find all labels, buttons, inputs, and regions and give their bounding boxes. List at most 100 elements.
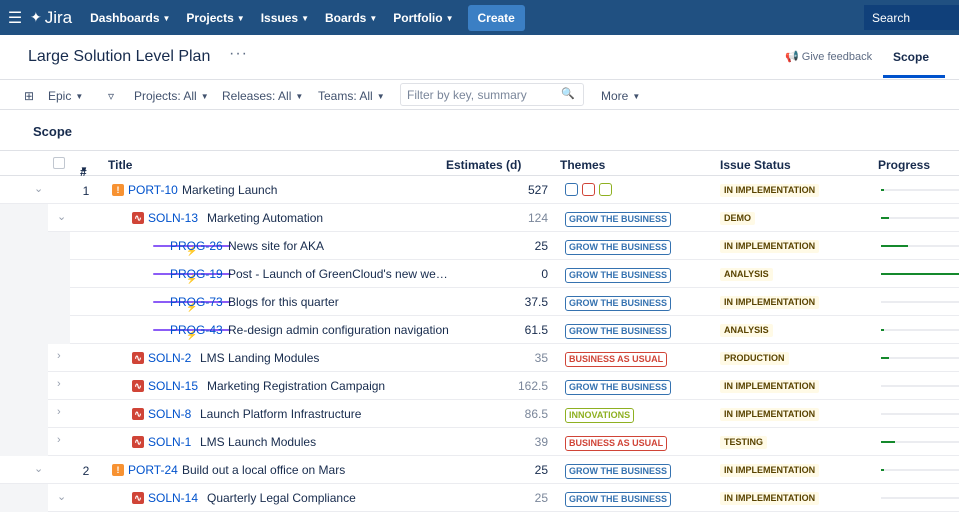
search-icon[interactable]: 🔍	[561, 87, 575, 100]
chevron-down-icon[interactable]: ⌄	[57, 210, 66, 223]
issue-key-link[interactable]: PROG-19	[170, 267, 223, 281]
solution-epic-icon: ∿	[132, 352, 144, 364]
estimate-value: 25	[534, 491, 548, 505]
filter-search-box: 🔍	[400, 83, 584, 106]
table-header: # ▼ Title Estimates (d) Themes Issue Sta…	[0, 150, 959, 179]
row-number: 2	[82, 464, 90, 478]
theme-swatch-red[interactable]	[582, 183, 595, 196]
page-title: Large Solution Level Plan	[28, 48, 211, 65]
row-indent	[0, 260, 70, 288]
table-row[interactable]: ⌄ 2! PORT-24 Build out a local office on Ma…	[0, 456, 959, 484]
estimate-value: 124	[527, 211, 548, 225]
theme-badge[interactable]: GROW THE BUSINESS	[565, 492, 672, 507]
chevron-right-icon[interactable]: ›	[57, 378, 61, 390]
status-badge: IN IMPLEMENTATION	[720, 296, 820, 309]
chevron-down-icon[interactable]: ⌄	[57, 490, 66, 503]
col-themes[interactable]: Themes	[560, 158, 605, 172]
chevron-right-icon[interactable]: ›	[57, 406, 61, 418]
table-row[interactable]: › ∿ SOLN-15 Marketing Registration Campaign…	[0, 372, 959, 400]
chevron-down-icon: ▼	[236, 13, 245, 23]
issue-key-link[interactable]: PORT-24	[128, 463, 178, 477]
nav-issues[interactable]: Issues ▼	[261, 11, 309, 25]
theme-badge[interactable]: GROW THE BUSINESS	[565, 212, 672, 227]
theme-badge[interactable]: GROW THE BUSINESS	[565, 324, 672, 339]
chevron-down-icon[interactable]: ⌄	[34, 462, 43, 475]
issue-title: Blogs for this quarter	[228, 295, 339, 309]
nav-dashboards[interactable]: Dashboards ▼	[90, 11, 170, 25]
theme-badge[interactable]: GROW THE BUSINESS	[565, 464, 672, 479]
issue-title: Re-design admin configuration navigation	[228, 323, 449, 337]
portfolio-epic-icon: !	[112, 464, 124, 476]
progress-bar	[881, 497, 959, 499]
estimate-value: 39	[534, 435, 548, 449]
status-badge: ANALYSIS	[720, 324, 773, 337]
issue-key-link[interactable]: SOLN-13	[148, 211, 198, 225]
table-row[interactable]: ⚡ PROG-19 Post - Launch of GreenCloud's ne…	[0, 260, 959, 288]
more-actions-button[interactable]: ···	[229, 45, 248, 63]
jira-logo[interactable]: ✦ Jira	[30, 8, 72, 28]
filter-search-input[interactable]	[407, 85, 557, 104]
col-estimates[interactable]: Estimates (d)	[446, 158, 521, 172]
tab-scope[interactable]: Scope	[883, 50, 939, 64]
progress-fill	[881, 441, 895, 443]
chevron-down-icon[interactable]: ⌄	[34, 182, 43, 195]
solution-epic-icon: ∿	[132, 492, 144, 504]
status-badge: TESTING	[720, 436, 768, 449]
table-row[interactable]: ⌄ ∿ SOLN-13 Marketing Automation 124 GROW THE…	[0, 204, 959, 232]
chevron-down-icon: ▼	[162, 13, 171, 23]
table-row[interactable]: ⌄ ∿ SOLN-14 Quarterly Legal Compliance 25 GRO…	[0, 484, 959, 512]
status-badge: IN IMPLEMENTATION	[720, 408, 820, 421]
table-row[interactable]: › ∿ SOLN-1 LMS Launch Modules 39 BUSINESS AS …	[0, 428, 959, 456]
issue-key-link[interactable]: SOLN-15	[148, 379, 198, 393]
theme-swatch-green[interactable]	[599, 183, 612, 196]
progress-bar	[881, 273, 959, 275]
releases-filter[interactable]: Releases: All ▼	[222, 89, 303, 103]
table-row[interactable]: › ∿ SOLN-2 LMS Landing Modules 35 BUSINESS AS…	[0, 344, 959, 372]
issue-key-link[interactable]: SOLN-14	[148, 491, 198, 505]
issue-key-link[interactable]: PROG-26	[170, 239, 223, 253]
menu-icon[interactable]: ☰	[0, 8, 30, 28]
theme-badge[interactable]: GROW THE BUSINESS	[565, 268, 672, 283]
progress-bar	[881, 245, 959, 247]
theme-badge[interactable]: GROW THE BUSINESS	[565, 380, 672, 395]
issue-key-link[interactable]: SOLN-8	[148, 407, 191, 421]
chevron-down-icon: ▼	[200, 92, 209, 101]
table-row[interactable]: › ∿ SOLN-8 Launch Platform Infrastructure 86…	[0, 400, 959, 428]
issue-key-link[interactable]: SOLN-1	[148, 435, 191, 449]
theme-badge[interactable]: GROW THE BUSINESS	[565, 240, 672, 255]
search-input[interactable]: Search	[864, 5, 959, 30]
col-issue-status[interactable]: Issue Status	[720, 158, 791, 172]
create-button[interactable]: Create	[467, 4, 525, 31]
row-indent	[0, 232, 70, 260]
col-title[interactable]: Title	[108, 158, 132, 172]
page-header: Large Solution Level Plan ··· 📢 Give fee…	[0, 35, 959, 80]
col-progress[interactable]: Progress	[878, 158, 930, 172]
teams-filter[interactable]: Teams: All ▼	[318, 89, 385, 103]
issue-key-link[interactable]: PORT-10	[128, 183, 178, 197]
theme-badge[interactable]: BUSINESS AS USUAL	[565, 352, 668, 367]
table-row[interactable]: ⌄ 1! PORT-10 Marketing Launch 527 IN IMPLEMEN…	[0, 176, 959, 204]
chevron-right-icon[interactable]: ›	[57, 350, 61, 362]
issue-key-link[interactable]: PROG-43	[170, 323, 223, 337]
theme-badge[interactable]: INNOVATIONS	[565, 408, 635, 423]
give-feedback-link[interactable]: 📢 Give feedback	[785, 50, 872, 63]
nav-portfolio[interactable]: Portfolio ▼	[393, 11, 453, 25]
hierarchy-dropdown[interactable]: Epic ▼	[48, 89, 83, 103]
more-filters-dropdown[interactable]: More ▼	[601, 89, 640, 103]
nav-boards[interactable]: Boards ▼	[325, 11, 377, 25]
releases-filter-label: Releases: All	[222, 89, 292, 103]
theme-swatch-blue[interactable]	[565, 183, 578, 196]
select-all-checkbox[interactable]	[53, 157, 65, 169]
table-row[interactable]: ⚡ PROG-26 News site for AKA 25 GROW THE BUSI…	[0, 232, 959, 260]
chevron-right-icon[interactable]: ›	[57, 434, 61, 446]
theme-badge[interactable]: GROW THE BUSINESS	[565, 296, 672, 311]
issue-key-link[interactable]: SOLN-2	[148, 351, 191, 365]
nav-projects[interactable]: Projects ▼	[186, 11, 244, 25]
theme-badge[interactable]: BUSINESS AS USUAL	[565, 436, 668, 451]
portfolio-epic-icon: !	[112, 184, 124, 196]
projects-filter[interactable]: Projects: All ▼	[134, 89, 209, 103]
issue-key-link[interactable]: PROG-73	[170, 295, 223, 309]
progress-bar	[881, 441, 959, 443]
table-row[interactable]: ⚡ PROG-73 Blogs for this quarter 37.5 GROW T…	[0, 288, 959, 316]
table-row[interactable]: ⚡ PROG-43 Re-design admin configuration na…	[0, 316, 959, 344]
